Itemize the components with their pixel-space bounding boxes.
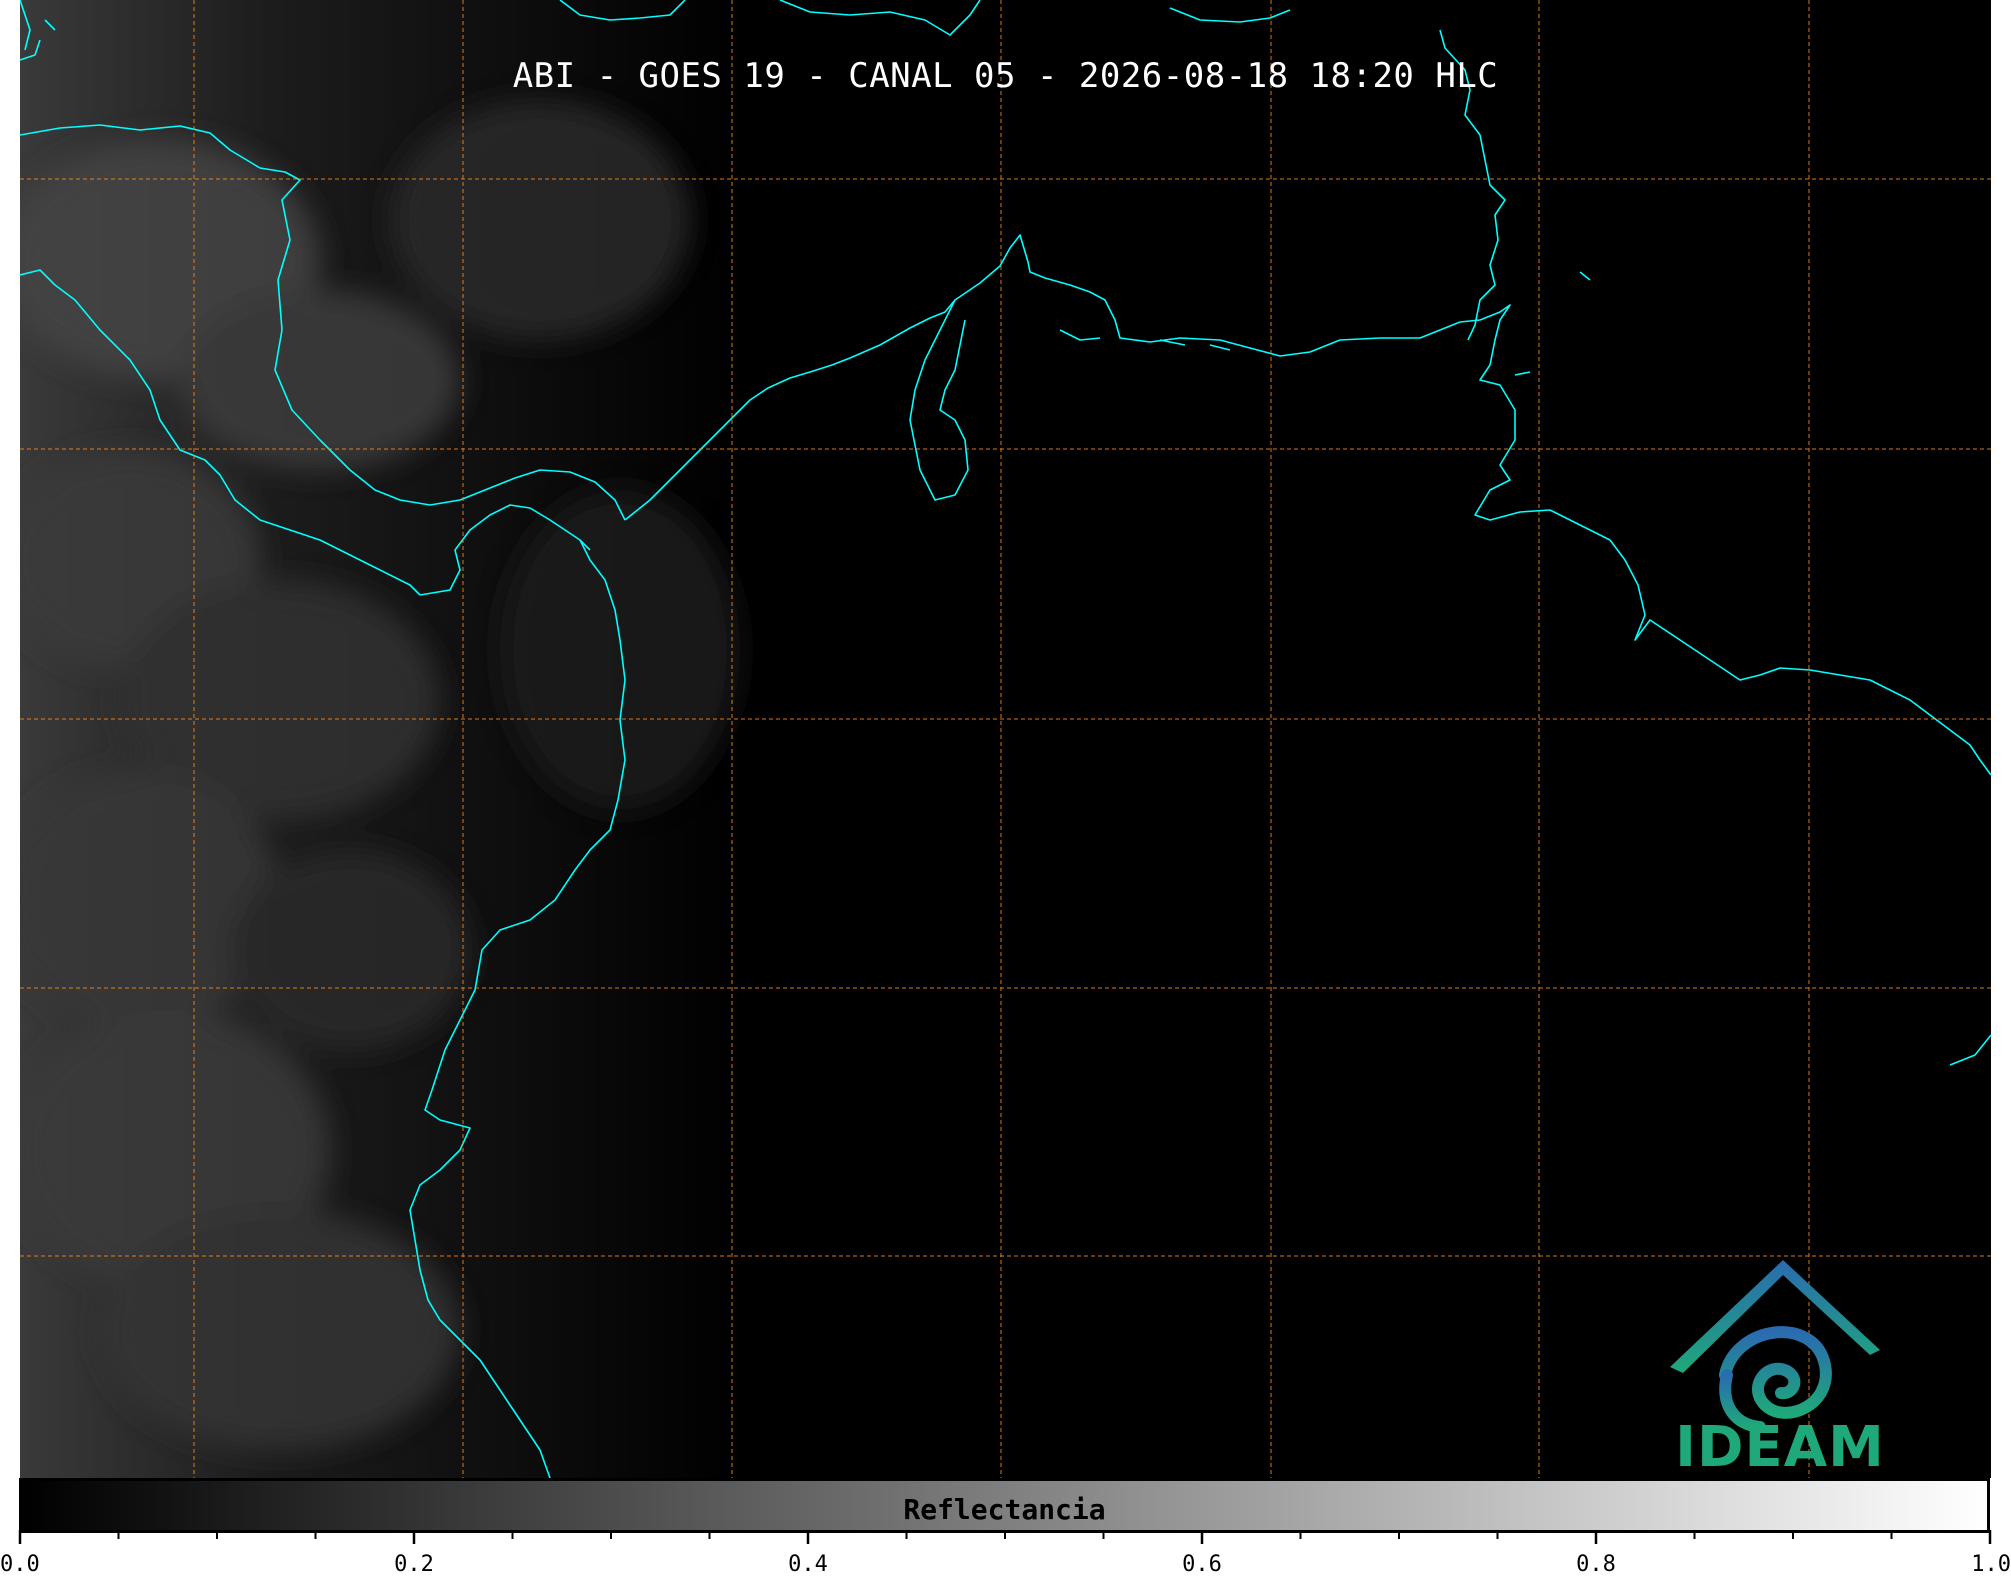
colorbar-label: Reflectancia: [903, 1493, 1106, 1526]
map-title: ABI - GOES 19 - CANAL 05 - 2026-08-18 18…: [512, 56, 1499, 96]
reflectance-colorbar: Reflectancia: [19, 1478, 1990, 1533]
coastline-guyana: [1949, 1034, 1991, 1066]
coastline-venezuela-east: [1459, 304, 1991, 776]
colorbar-ticks: [18, 1530, 1992, 1544]
colorbar-tick-label: 0.8: [1576, 1552, 1616, 1577]
ideam-logo-text: IDEAM: [1675, 1415, 1885, 1480]
colorbar-tick-label: 0.2: [394, 1552, 434, 1577]
colorbar-tick-label: 0.0: [0, 1552, 40, 1577]
colorbar-tick-label: 1.0: [1971, 1552, 2011, 1577]
colorbar-tick-label: 0.6: [1182, 1552, 1222, 1577]
coastline-hispaniola: [779, 0, 981, 36]
coastline-colombia-caribbean: [624, 234, 1461, 521]
coastline-puerto-rico: [1169, 7, 1291, 23]
colorbar-tick-label: 0.4: [788, 1552, 828, 1577]
coastline-trinidad: [1514, 271, 1591, 376]
coastline-maracaibo: [909, 299, 969, 501]
